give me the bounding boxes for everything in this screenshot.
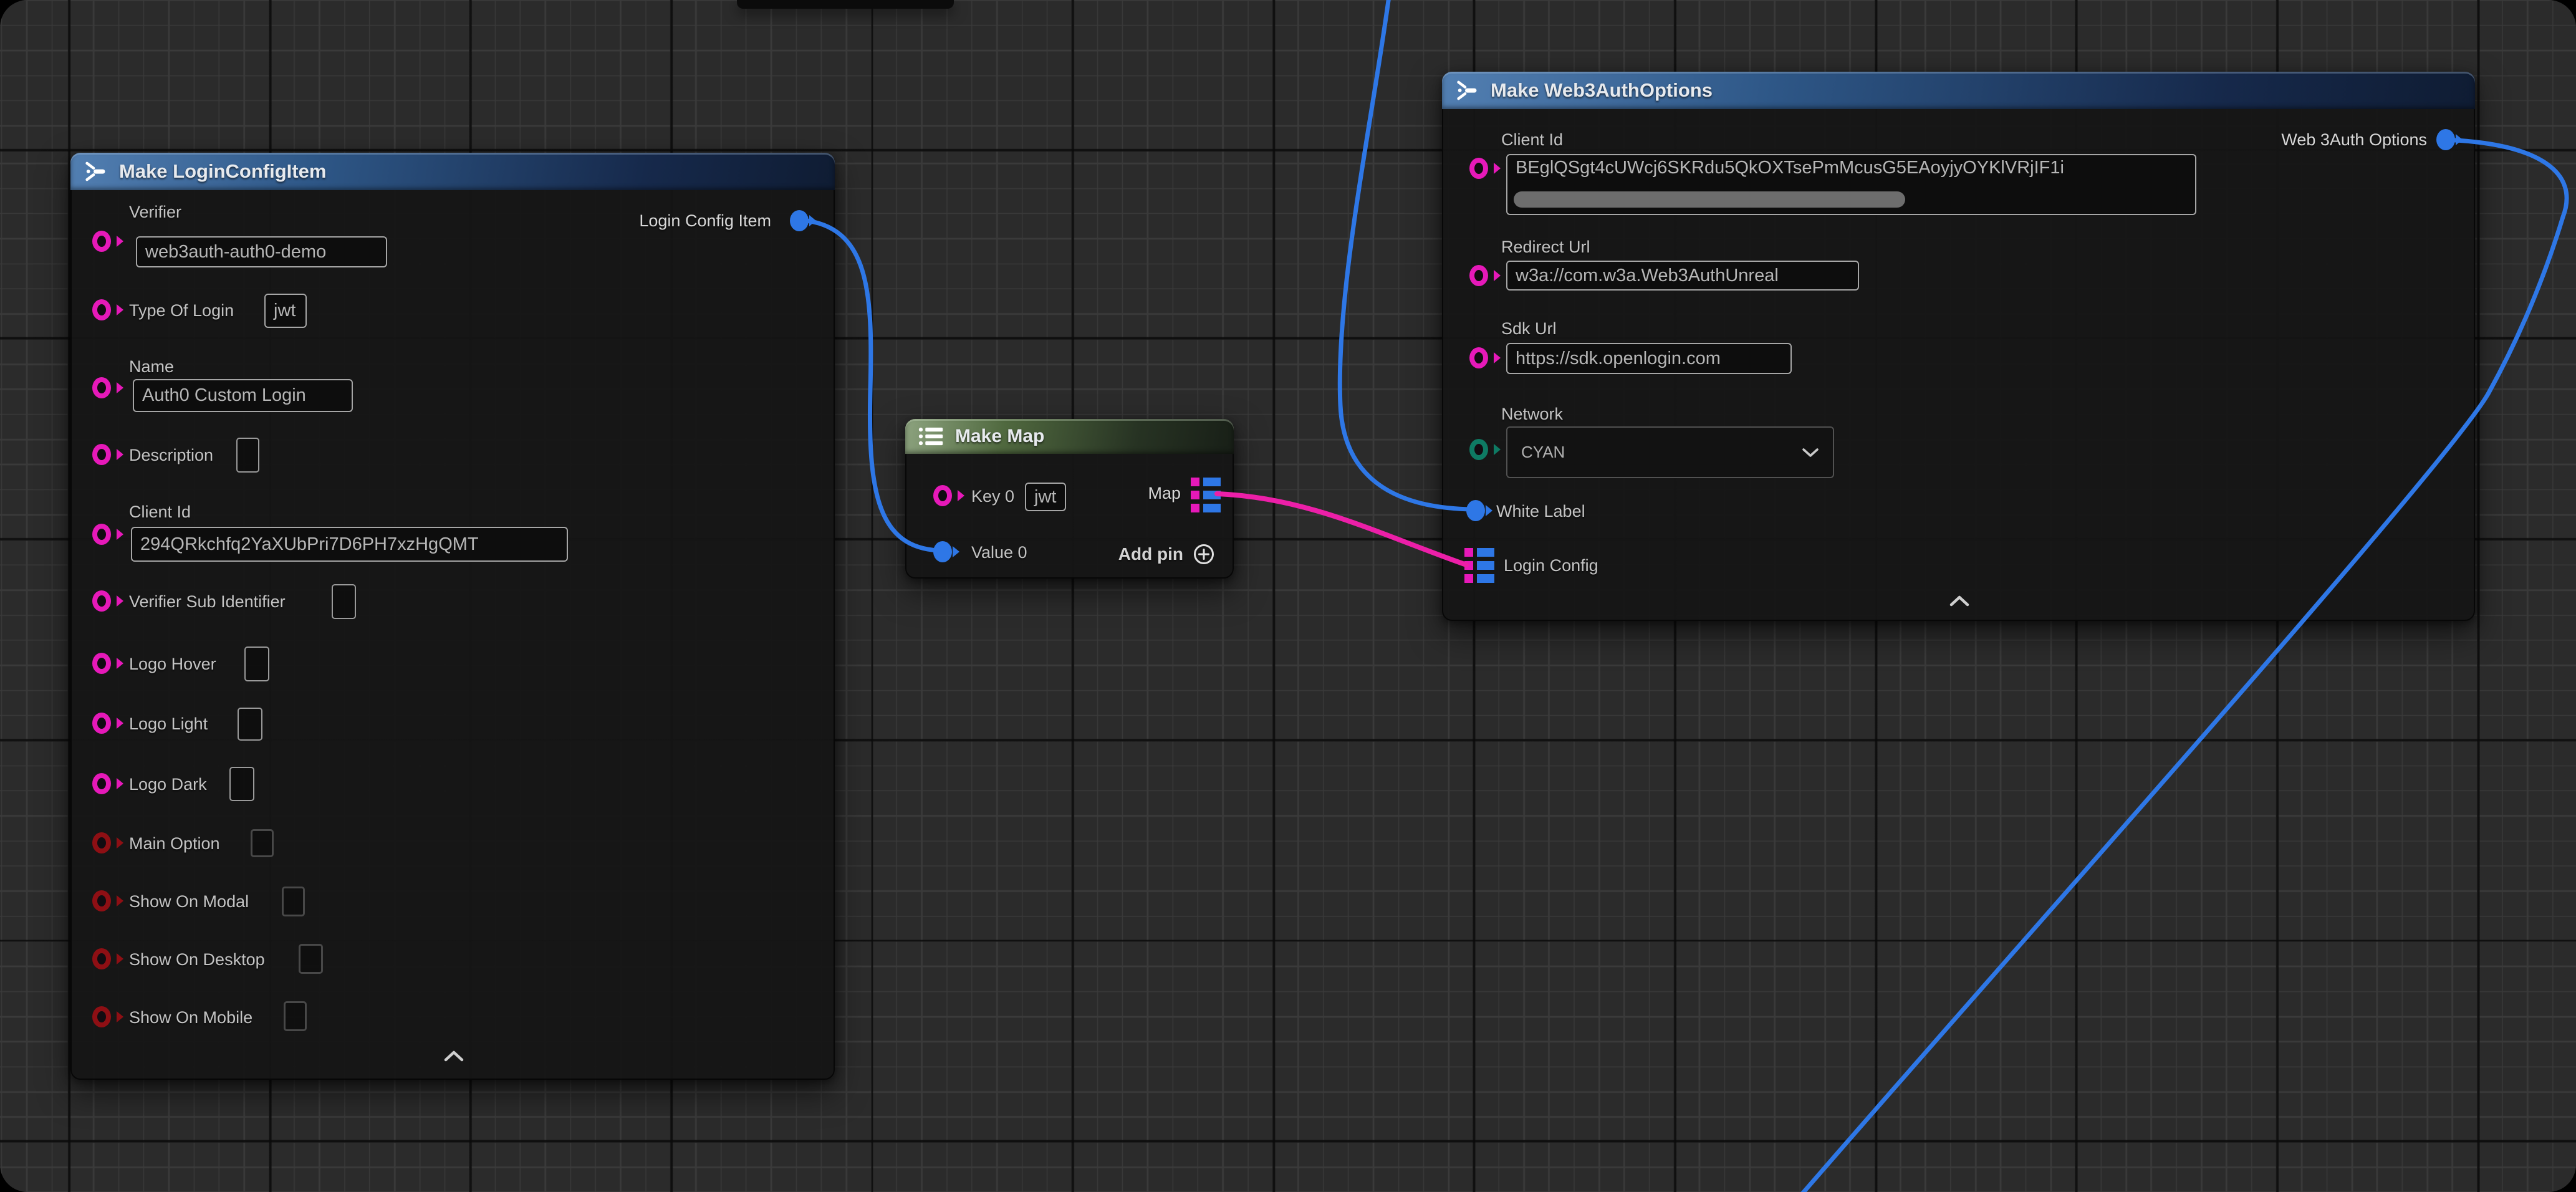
verifier-sub-identifier-input[interactable]: [332, 584, 356, 619]
node-header-make-web3auth-options[interactable]: Make Web3AuthOptions: [1442, 72, 2475, 109]
pin-show-on-desktop[interactable]: [92, 948, 111, 969]
client-id-scrollbar[interactable]: [1514, 191, 1905, 208]
pin-logo-hover[interactable]: [92, 653, 111, 674]
pin-show-on-modal[interactable]: [92, 890, 111, 911]
node-make-map[interactable]: Make Map Key 0 jwt Map Value 0 Add pin: [905, 419, 1234, 579]
offscreen-node-bottom-edge: [737, 0, 954, 9]
node-header-make-map[interactable]: Make Map: [905, 419, 1234, 454]
pin-label-main-option: Main Option: [129, 834, 220, 853]
pin-network[interactable]: [1469, 439, 1488, 460]
logo-dark-input[interactable]: [229, 767, 254, 801]
pin-label-redirect-url: Redirect Url: [1501, 238, 1590, 256]
pin-label-show-on-modal: Show On Modal: [129, 892, 249, 911]
node-make-web3auth-options[interactable]: Make Web3AuthOptions Web 3Auth Options C…: [1442, 72, 2475, 621]
pin-verifier[interactable]: [92, 231, 111, 252]
add-pin-button[interactable]: Add pin: [1118, 542, 1216, 566]
pin-label-logo-light: Logo Light: [129, 714, 208, 733]
client-id-input[interactable]: BEglQSgt4cUWcj6SKRdu5QkOXTsePmMcusG5EAoy…: [1506, 154, 2196, 215]
network-dropdown[interactable]: CYAN: [1506, 426, 1834, 478]
chevron-down-icon: [1802, 448, 1819, 458]
node-header-make-login-config-item[interactable]: Make LoginConfigItem: [70, 153, 835, 190]
show-on-modal-checkbox[interactable]: [282, 887, 305, 916]
node-title: Make LoginConfigItem: [119, 160, 326, 183]
description-input[interactable]: [236, 438, 259, 473]
show-on-mobile-checkbox[interactable]: [284, 1001, 307, 1031]
pin-label-verifier-sub-identifier: Verifier Sub Identifier: [129, 592, 286, 611]
pin-key-0[interactable]: [933, 485, 952, 506]
client-id-text: BEglQSgt4cUWcj6SKRdu5QkOXTsePmMcusG5EAoy…: [1516, 158, 2064, 178]
node-title: Make Map: [955, 426, 1044, 447]
output-pin-label: Web 3Auth Options: [2281, 130, 2427, 149]
pin-label-sdk-url: Sdk Url: [1501, 319, 1557, 338]
name-input[interactable]: Auth0 Custom Login: [133, 379, 353, 412]
network-dropdown-value: CYAN: [1521, 443, 1565, 462]
make-struct-icon: [83, 158, 109, 185]
show-on-desktop-checkbox[interactable]: [299, 944, 323, 974]
pin-logo-dark[interactable]: [92, 773, 111, 794]
screenshot-frame: Make LoginConfigItem Login Config Item V…: [0, 0, 2576, 1192]
sdk-url-input[interactable]: https://sdk.openlogin.com: [1506, 343, 1792, 374]
pin-label-value-0: Value 0: [971, 543, 1027, 562]
pin-main-option[interactable]: [92, 832, 111, 853]
pin-label-network: Network: [1501, 405, 1563, 423]
redirect-url-input[interactable]: w3a://com.w3a.Web3AuthUnreal: [1506, 261, 1859, 291]
pin-redirect-url[interactable]: [1469, 265, 1488, 286]
collapse-chevron-icon[interactable]: [444, 1050, 464, 1062]
pin-sdk-url[interactable]: [1469, 347, 1488, 368]
pin-label-client-id: Client Id: [129, 502, 191, 521]
pin-label-white-label: White Label: [1496, 502, 1585, 521]
key-0-input[interactable]: jwt: [1025, 483, 1066, 511]
pin-name[interactable]: [92, 377, 111, 398]
pin-label-verifier: Verifier: [129, 203, 181, 221]
pin-client-id[interactable]: [92, 524, 111, 545]
output-pin-label: Login Config Item: [639, 211, 771, 230]
collapse-chevron-icon[interactable]: [1949, 595, 1969, 607]
node-title: Make Web3AuthOptions: [1491, 79, 1713, 102]
pin-description[interactable]: [92, 444, 111, 465]
pin-label-show-on-mobile: Show On Mobile: [129, 1008, 252, 1027]
pin-label-show-on-desktop: Show On Desktop: [129, 950, 265, 969]
pin-label-name: Name: [129, 357, 174, 376]
node-make-login-config-item[interactable]: Make LoginConfigItem Login Config Item V…: [70, 153, 835, 1080]
pin-label-type-of-login: Type Of Login: [129, 301, 234, 320]
logo-hover-input[interactable]: [244, 646, 269, 681]
pin-login-config[interactable]: [1464, 548, 1494, 583]
main-option-checkbox[interactable]: [251, 829, 274, 857]
pin-logo-light[interactable]: [92, 713, 111, 734]
blueprint-graph-canvas[interactable]: Make LoginConfigItem Login Config Item V…: [0, 0, 2576, 1192]
output-pin-label-map: Map: [1148, 484, 1181, 502]
make-struct-icon: [1454, 77, 1481, 103]
pin-verifier-sub-identifier[interactable]: [92, 590, 111, 612]
pin-client-id[interactable]: [1469, 158, 1488, 179]
pin-label-login-config: Login Config: [1504, 556, 1598, 575]
type-of-login-input[interactable]: jwt: [264, 294, 307, 328]
logo-light-input[interactable]: [238, 708, 262, 741]
add-pin-icon: [1192, 542, 1216, 566]
add-pin-label: Add pin: [1118, 544, 1183, 564]
pin-label-logo-hover: Logo Hover: [129, 655, 216, 673]
pin-type-of-login[interactable]: [92, 299, 111, 320]
pin-label-client-id: Client Id: [1501, 130, 1563, 149]
client-id-input[interactable]: 294QRkchfq2YaXUbPri7D6PH7xzHgQMT: [131, 527, 568, 562]
make-map-icon: [918, 426, 945, 447]
verifier-input[interactable]: web3auth-auth0-demo: [136, 236, 387, 267]
pin-show-on-mobile[interactable]: [92, 1006, 111, 1027]
pin-label-logo-dark: Logo Dark: [129, 775, 207, 794]
pin-label-key-0: Key 0: [971, 487, 1014, 506]
pin-label-description: Description: [129, 446, 213, 464]
